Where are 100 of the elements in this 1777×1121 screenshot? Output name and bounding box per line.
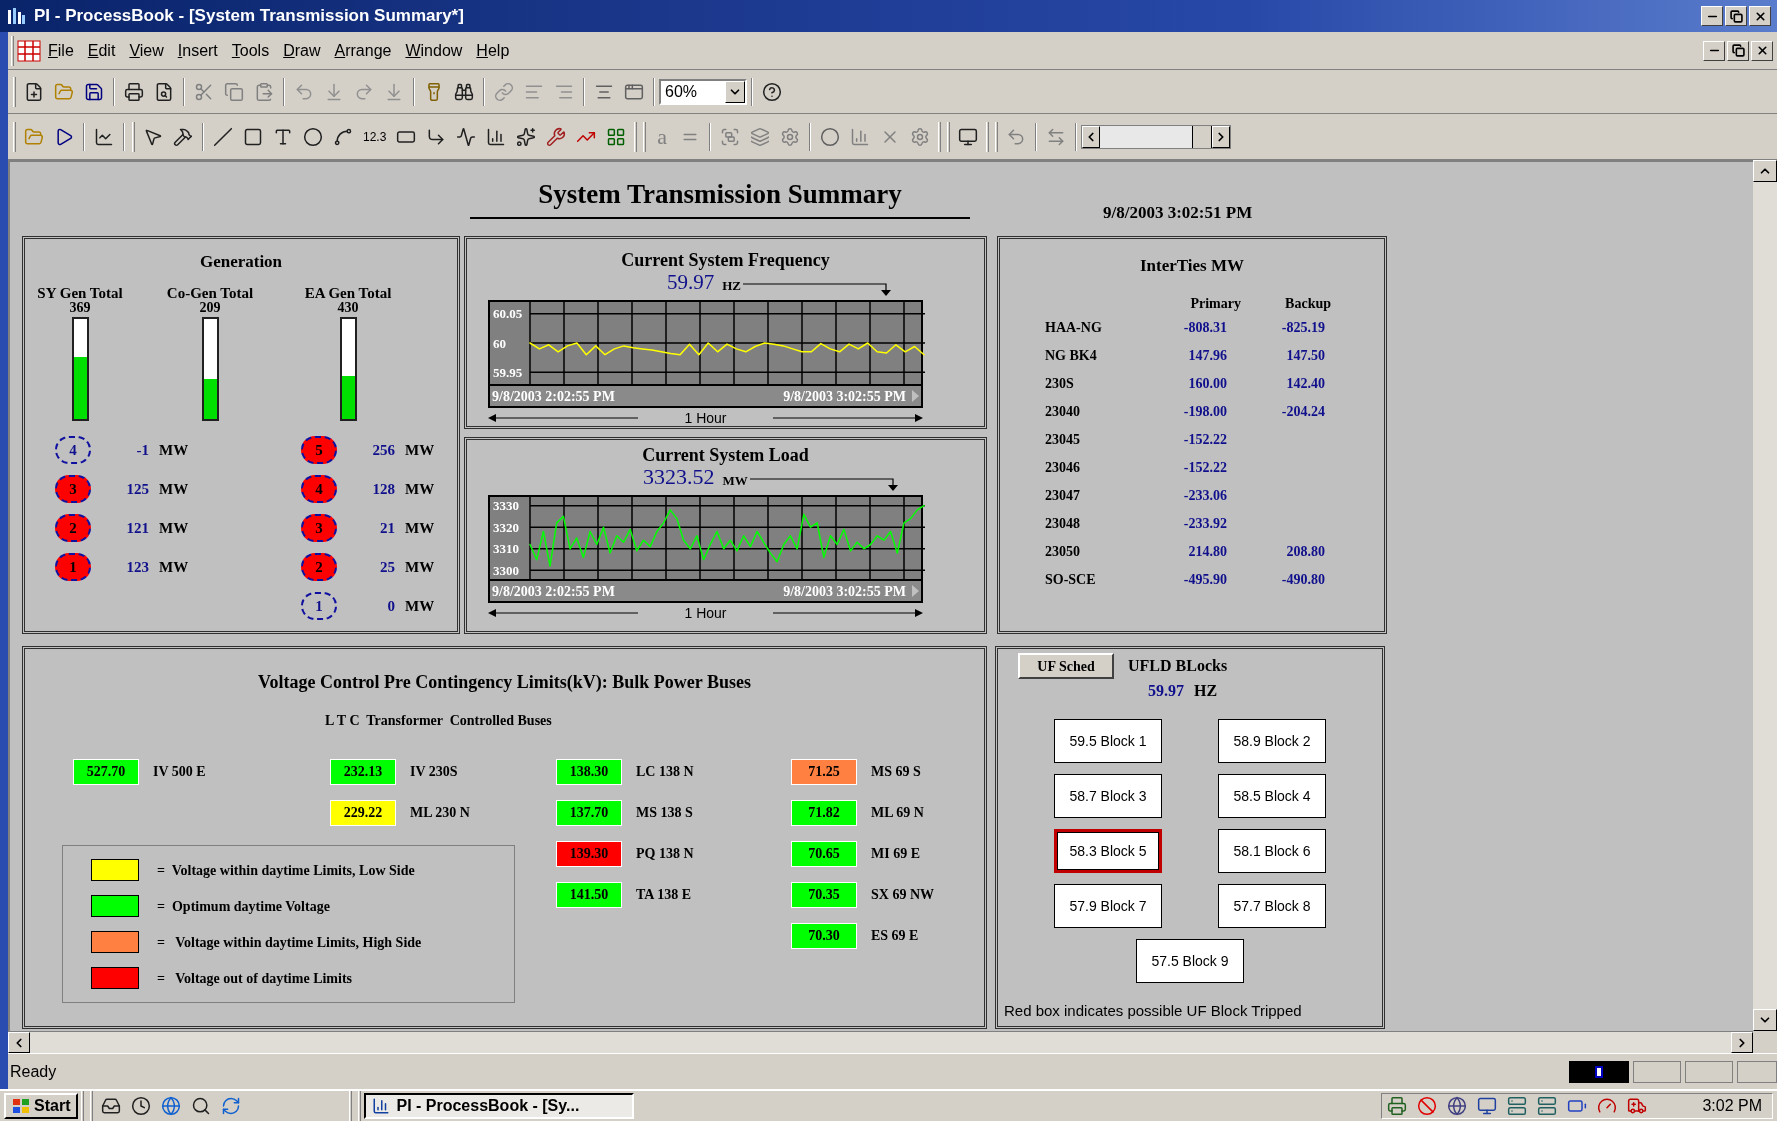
bar-chart-icon[interactable] xyxy=(486,126,507,147)
unit-label: MW xyxy=(405,518,435,538)
properties-icon[interactable] xyxy=(910,126,931,147)
unit-indicator: 1 xyxy=(55,553,91,581)
horizontal-scrollbar[interactable] xyxy=(8,1031,1753,1053)
ambulance-icon[interactable] xyxy=(1627,1096,1648,1116)
voltage-value: 71.25 xyxy=(791,758,857,785)
axis-tick-label: 3320 xyxy=(493,519,519,535)
backup-value: -825.19 xyxy=(1280,319,1325,337)
intertie-name: 23040 xyxy=(1045,403,1081,421)
play-icon[interactable] xyxy=(54,126,74,147)
globe-icon[interactable] xyxy=(161,1096,182,1116)
bus-name: PQ 138 N xyxy=(636,845,694,863)
axis-tick-label: 3310 xyxy=(493,541,519,557)
computer-icon[interactable] xyxy=(1537,1096,1558,1116)
unit-output: 21 xyxy=(379,518,395,538)
trend-icon[interactable] xyxy=(456,126,477,147)
refresh-icon[interactable] xyxy=(221,1096,242,1116)
grid-icon[interactable] xyxy=(17,39,41,62)
rectangle-icon[interactable] xyxy=(243,126,263,147)
chart-icon[interactable] xyxy=(94,126,114,147)
primary-value: -495.90 xyxy=(1182,571,1227,589)
restore-button[interactable] xyxy=(1727,40,1749,61)
search-icon[interactable] xyxy=(191,1096,212,1116)
axis-tick-label: 3330 xyxy=(493,498,519,514)
ellipse-icon[interactable] xyxy=(303,126,323,147)
inbox-icon[interactable] xyxy=(101,1096,122,1116)
intertie-name: HAA-NG xyxy=(1045,319,1103,337)
note-text: Red box indicates possible UF Block Tripped xyxy=(1004,1000,1303,1021)
start-button[interactable]: Start xyxy=(4,1093,79,1119)
voltage-value: 139.30 xyxy=(556,840,622,867)
menu-item[interactable]: Arrange xyxy=(327,38,399,63)
uf-block: 57.5 Block 9 xyxy=(1136,939,1244,983)
restore-button[interactable] xyxy=(1725,6,1747,26)
display-title: System Transmission Summary xyxy=(470,174,970,219)
panel-title: Generation xyxy=(198,251,284,273)
print-icon[interactable] xyxy=(124,81,144,102)
unit-label: MW xyxy=(159,440,189,460)
backup-value: -490.80 xyxy=(1280,571,1325,589)
settings-icon[interactable] xyxy=(780,126,801,147)
bracket-arrow-icon xyxy=(747,477,898,491)
grid-icon[interactable] xyxy=(606,126,627,147)
layers-icon[interactable] xyxy=(750,126,771,147)
menu-item[interactable]: Edit xyxy=(80,38,123,63)
computer-icon[interactable] xyxy=(1507,1096,1528,1116)
uf-block: 58.5 Block 4 xyxy=(1218,774,1326,818)
binoculars-icon[interactable] xyxy=(454,81,474,102)
panel-title: Voltage Control Pre Contingency Limits(kV): Bulk Power Buses xyxy=(257,671,752,694)
minimize-button[interactable] xyxy=(1701,6,1723,26)
line-icon[interactable] xyxy=(213,126,233,147)
monitor-icon[interactable] xyxy=(958,126,979,147)
minimize-button[interactable] xyxy=(1703,40,1725,61)
start-time: 9/8/2003 2:02:55 PM xyxy=(492,387,615,406)
wrench-icon[interactable] xyxy=(546,126,567,147)
globe-icon[interactable] xyxy=(1447,1096,1468,1116)
printer-icon[interactable] xyxy=(1387,1096,1408,1116)
prohibited-icon[interactable] xyxy=(1417,1096,1438,1116)
backup-value: -204.24 xyxy=(1280,403,1325,421)
new-file-icon[interactable] xyxy=(24,81,44,102)
unit-label: MW xyxy=(405,596,435,616)
print-preview-icon[interactable] xyxy=(154,81,174,102)
menu-item[interactable]: Draw xyxy=(276,38,328,63)
arc-icon[interactable] xyxy=(333,126,353,147)
taskbar-button[interactable]: PI - ProcessBook - [Sy... xyxy=(364,1093,635,1119)
panel-title: InterTies MW xyxy=(1138,255,1245,277)
meter-value: 430 xyxy=(337,300,359,315)
menu-item[interactable]: View xyxy=(122,38,171,63)
close-button[interactable] xyxy=(1751,40,1773,61)
menu-item[interactable]: Tools xyxy=(224,38,277,63)
flag-icon xyxy=(12,1098,30,1114)
menu-item[interactable]: Insert xyxy=(170,38,225,63)
unit-output: -1 xyxy=(135,440,149,460)
meter-label: Co-Gen Total xyxy=(166,284,254,301)
uf-block: 58.1 Block 6 xyxy=(1218,829,1326,873)
value-tool[interactable]: 12.3 xyxy=(358,127,392,146)
monitor-icon[interactable] xyxy=(1477,1096,1498,1116)
primary-value: 160.00 xyxy=(1187,375,1227,393)
menu-item[interactable]: Window xyxy=(398,38,470,63)
menu-item[interactable]: File xyxy=(41,38,81,63)
gauge-icon[interactable] xyxy=(1597,1096,1618,1116)
save-icon[interactable] xyxy=(84,81,104,102)
unit-label: MW xyxy=(722,471,748,490)
circle-icon[interactable] xyxy=(820,126,841,147)
cut-icon[interactable] xyxy=(194,81,214,102)
zoom-dropdown[interactable]: 60% xyxy=(659,78,747,105)
copy-icon[interactable] xyxy=(224,81,244,102)
vertical-scrollbar[interactable] xyxy=(1753,160,1777,1031)
window-title: PI - ProcessBook - [System Transmission Summary*] xyxy=(34,5,464,28)
group-icon[interactable] xyxy=(720,126,741,147)
menu-item[interactable]: Help xyxy=(469,38,517,63)
voltage-value: 71.82 xyxy=(791,799,857,826)
help-icon[interactable] xyxy=(762,81,782,102)
paste-icon[interactable] xyxy=(254,81,274,102)
sparkle-icon[interactable] xyxy=(516,126,537,147)
clock-icon[interactable] xyxy=(131,1096,152,1116)
uf-sched-button[interactable]: UF Sched xyxy=(1018,653,1114,679)
close-button[interactable] xyxy=(1749,6,1771,26)
slider-thumb[interactable] xyxy=(1192,125,1213,148)
hammer-icon[interactable] xyxy=(173,126,193,147)
column-icon[interactable] xyxy=(850,126,871,147)
